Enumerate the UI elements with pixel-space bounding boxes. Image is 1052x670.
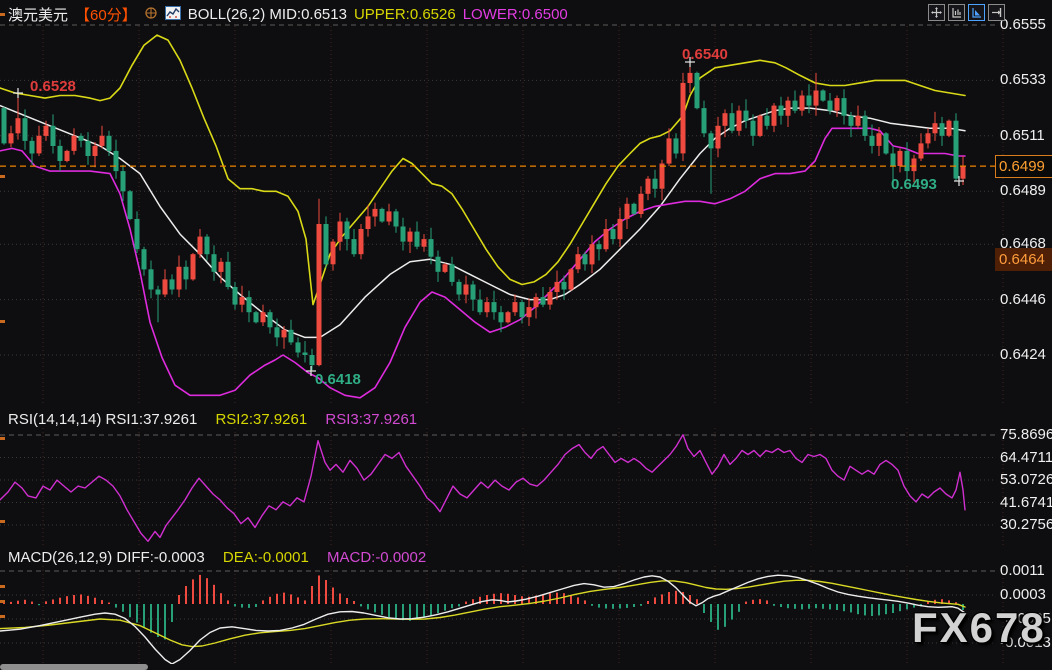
rsi-main-readout: RSI(14,14,14) RSI1:37.9261 (8, 411, 197, 428)
rsi-axis-label: 30.2756 (1000, 516, 1052, 533)
boll-mid-readout: BOLL(26,2) MID:0.6513 (188, 6, 347, 23)
chart-header: 澳元美元 【60分】 BOLL(26,2) MID:0.6513 UPPER:0… (8, 4, 568, 25)
rsi2-readout: RSI2:37.9261 (215, 411, 307, 428)
left-axis-tick (0, 13, 5, 16)
left-axis-tick (0, 437, 5, 440)
chart-canvas[interactable] (0, 0, 1052, 670)
price-axis-label: 0.6555 (1000, 16, 1046, 33)
current-price-badge: 0.6499 (995, 155, 1052, 178)
price-axis-label: 0.6533 (1000, 71, 1046, 88)
macd-main-readout: MACD(26,12,9) DIFF:-0.0003 (8, 549, 205, 566)
price-annotation-0.6418: 0.6418 (315, 371, 361, 388)
price-annotation-0.6528: 0.6528 (30, 78, 76, 95)
price-annotation-0.6493: 0.6493 (891, 176, 937, 193)
macd-readout: MACD:-0.0002 (327, 549, 426, 566)
extreme-cross-markers (13, 57, 964, 376)
target-circle-icon[interactable] (144, 6, 158, 24)
price-annotation-0.6540: 0.6540 (682, 46, 728, 63)
rsi3-readout: RSI3:37.9261 (325, 411, 417, 428)
rsi-axis-label: 75.8696 (1000, 426, 1052, 443)
left-axis-tick (0, 585, 5, 588)
trading-chart-window: 澳元美元 【60分】 BOLL(26,2) MID:0.6513 UPPER:0… (0, 0, 1052, 670)
macd-axis-label: 0.0003 (1000, 586, 1046, 603)
left-axis-tick (0, 600, 5, 603)
price-axis-label: 0.6489 (1000, 182, 1046, 199)
price-axis-label: 0.6511 (1000, 127, 1045, 144)
macd-axis-label: 0.0011 (1000, 562, 1045, 579)
price-axis-label: 0.6446 (1000, 291, 1046, 308)
rsi-axis-label: 53.0726 (1000, 471, 1052, 488)
reference-price-badge: 0.6464 (995, 248, 1052, 271)
chart-toolbar (928, 4, 1005, 21)
boll-lower-readout: LOWER:0.6500 (463, 6, 568, 23)
auto-scale-button[interactable] (968, 4, 985, 21)
macd-header: MACD(26,12,9) DIFF:-0.0003 DEA:-0.0001 M… (8, 549, 426, 566)
symbol-name: 澳元美元 (8, 4, 68, 25)
zoom-axis-button[interactable] (948, 4, 965, 21)
left-axis-tick (0, 615, 5, 618)
timeframe-label[interactable]: 【60分】 (75, 4, 137, 25)
pan-tool-button[interactable] (928, 4, 945, 21)
rsi-axis-label: 64.4711 (1000, 449, 1052, 466)
left-axis-tick (0, 320, 5, 323)
macd-dea-readout: DEA:-0.0001 (223, 549, 309, 566)
kline-chart-icon[interactable] (165, 6, 181, 24)
rsi-axis-label: 41.6741 (1000, 494, 1052, 511)
bollinger-bands (0, 35, 965, 398)
horizontal-scrollbar[interactable] (0, 664, 148, 670)
shift-right-button[interactable] (988, 4, 1005, 21)
left-axis-tick (0, 175, 5, 178)
boll-upper-readout: UPPER:0.6526 (354, 6, 456, 23)
watermark-logo: FX678 (912, 604, 1046, 652)
price-axis-label: 0.6424 (1000, 346, 1046, 363)
left-axis-tick (0, 520, 5, 523)
rsi-header: RSI(14,14,14) RSI1:37.9261 RSI2:37.9261 … (8, 411, 417, 428)
